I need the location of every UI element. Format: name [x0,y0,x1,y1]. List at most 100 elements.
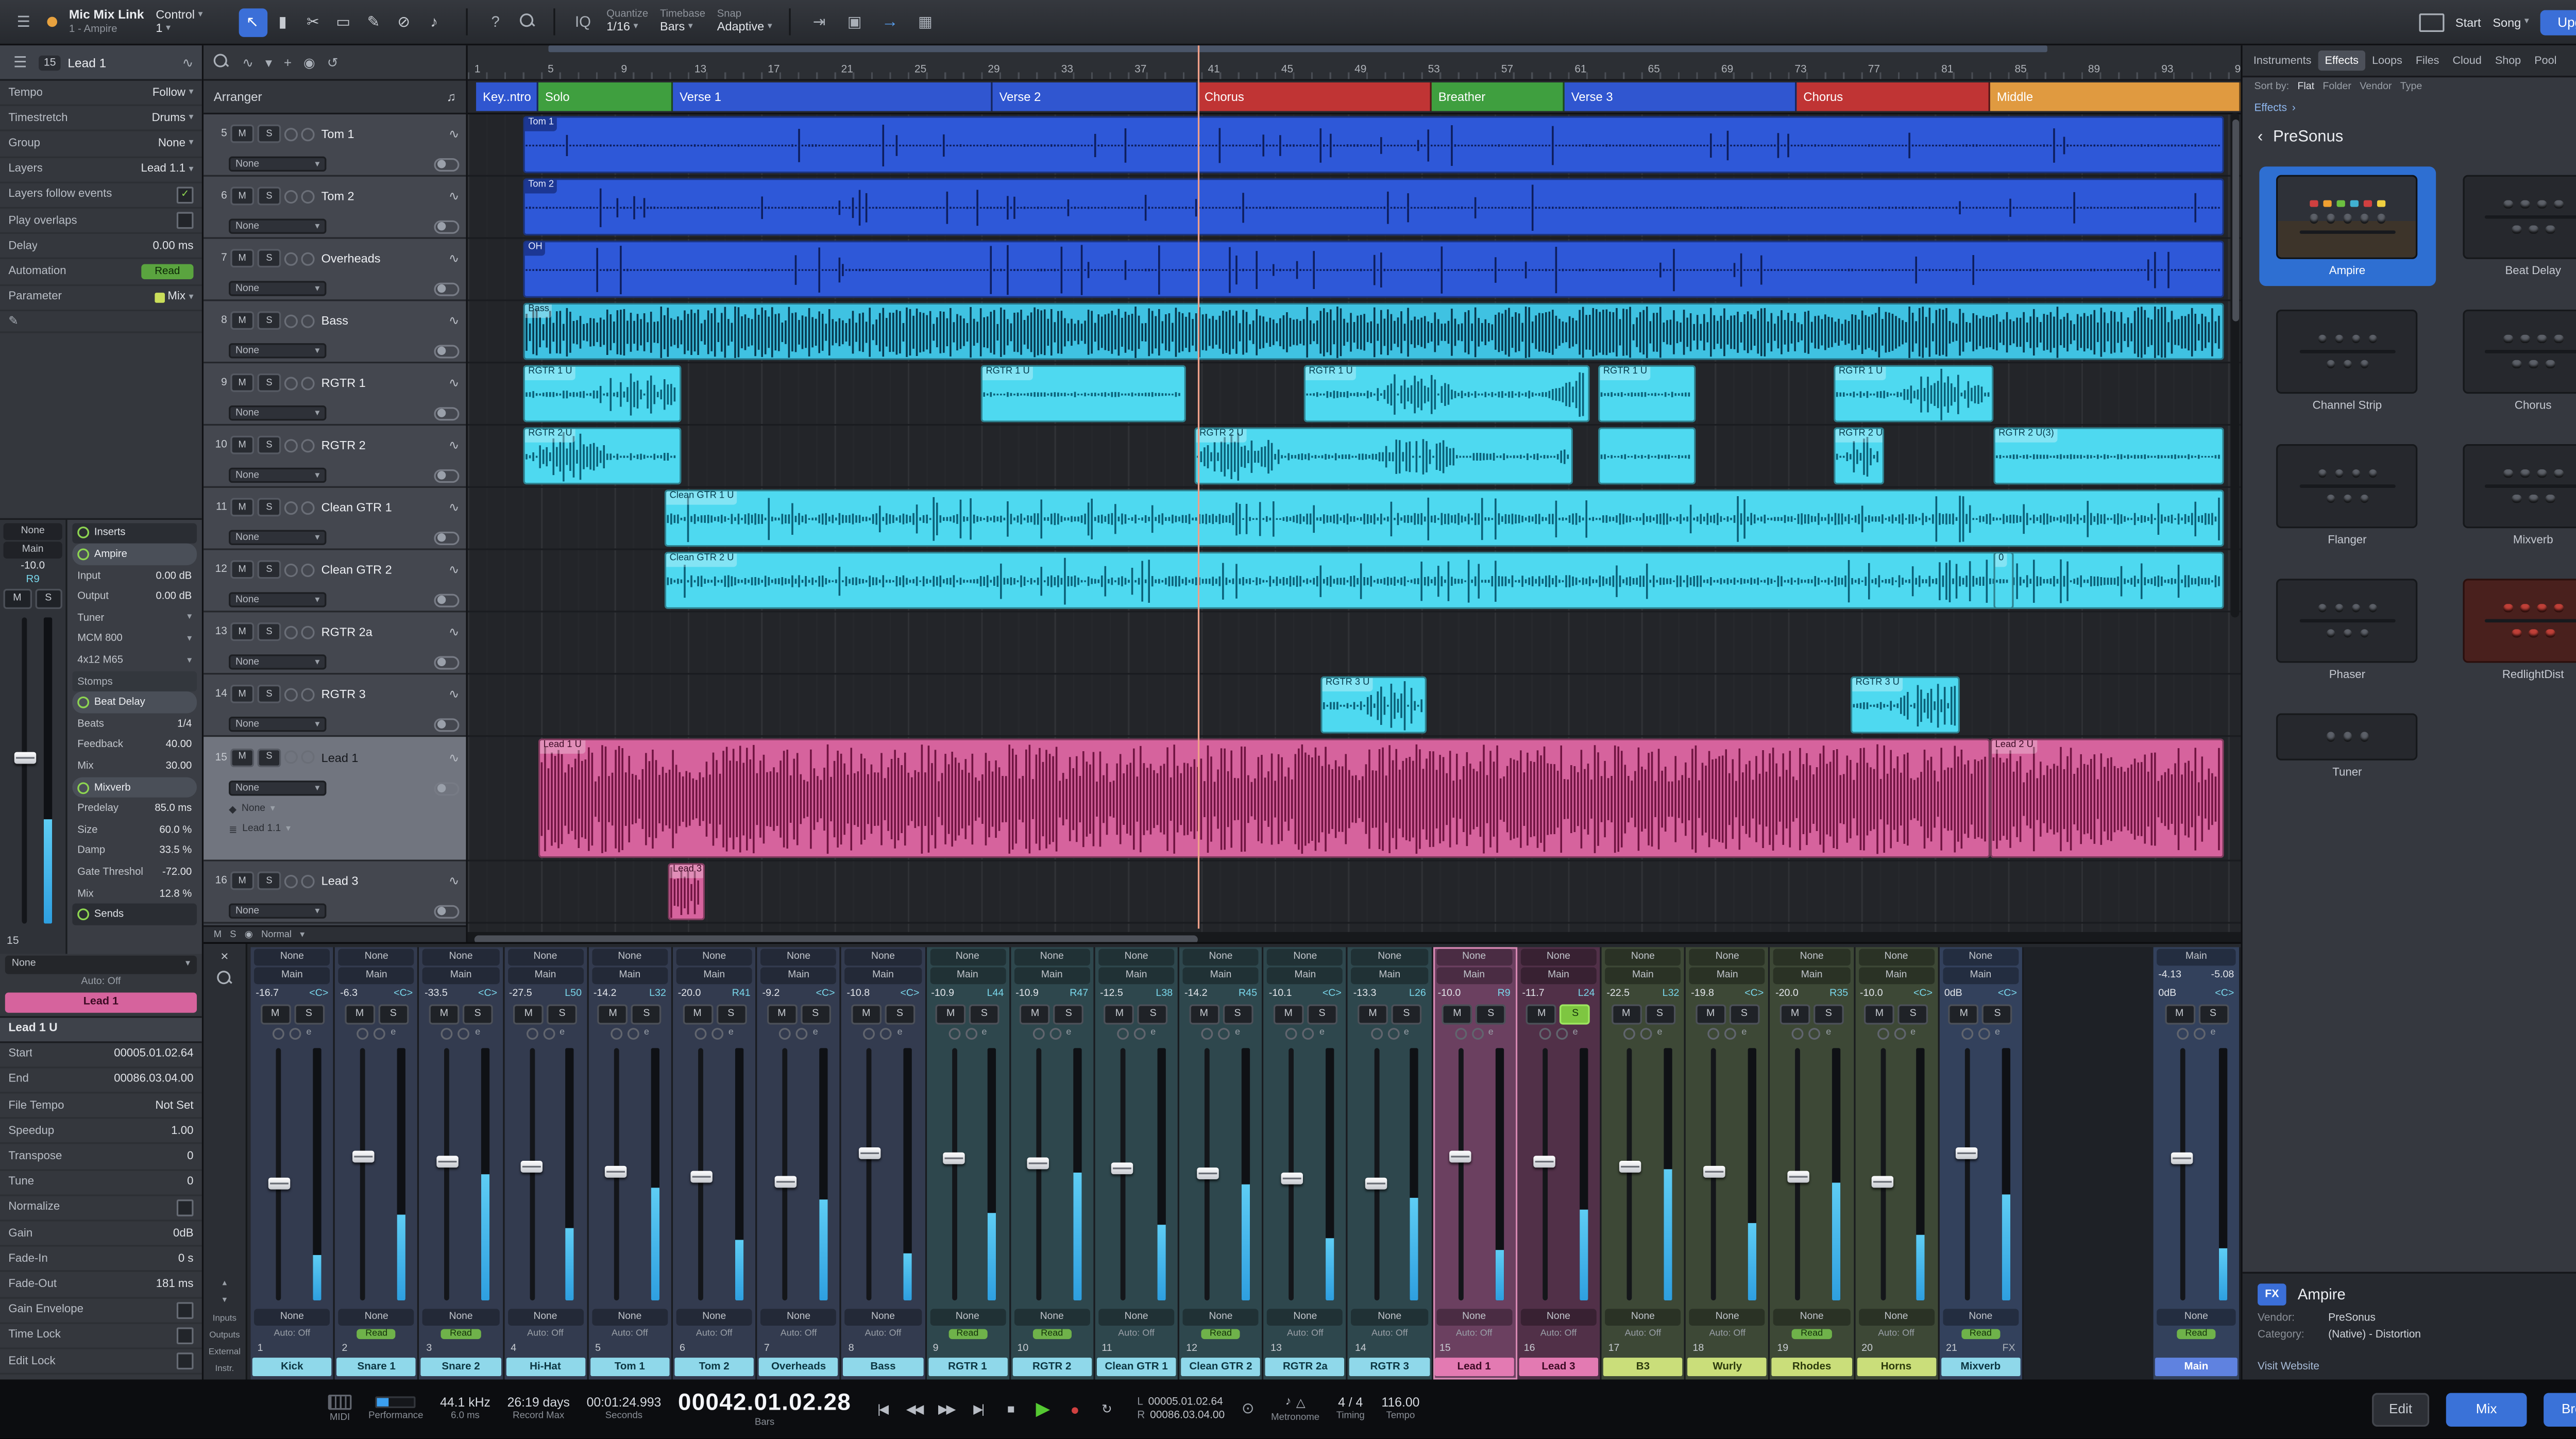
monitor-button[interactable] [301,127,314,141]
send-slot[interactable]: None [1436,1309,1512,1326]
monitor-button[interactable] [301,438,314,452]
insert-slot[interactable]: None [1098,949,1175,966]
mixer-bank-inputs[interactable]: Inputs [213,1314,236,1324]
inspector-track-header[interactable]: ☰ 15 Lead 1 ∿ [0,45,202,81]
layer-row[interactable]: ◆None▾ [204,799,466,819]
automation-mode[interactable]: Auto: Off [1095,1326,1178,1341]
snap-selector[interactable]: Snap Adaptive▾ [717,9,772,35]
audio-clip-rgtr-1-u[interactable]: RGTR 1 U [523,365,682,422]
mixer-channel-rhodes[interactable]: NoneMain-20.0R35MSeNoneRead19Rhodes [1770,947,1855,1379]
solo-button[interactable]: S [1814,1004,1844,1024]
automation-mode[interactable]: Read [1939,1326,2022,1341]
autoscroll-icon[interactable]: ⇥ [807,10,831,34]
channel-name[interactable]: Main [2155,1358,2238,1376]
output-slot[interactable]: Main [338,968,415,985]
monitor-button[interactable] [301,501,314,514]
event-row-transpose[interactable]: Transpose0 [0,1145,202,1171]
fader-track[interactable] [614,1048,619,1300]
record-arm-button[interactable] [1539,1027,1551,1039]
mute-button[interactable]: M [230,125,254,143]
fader-track[interactable] [1036,1048,1041,1300]
solo-button[interactable]: S [258,561,281,579]
forward-button[interactable]: ▶▶ [932,1397,961,1422]
solo-button[interactable]: S [294,1004,324,1024]
monitor-toggle[interactable] [434,220,459,233]
track-name[interactable]: RGTR 2 [318,438,445,453]
stop-button[interactable]: ■ [996,1397,1025,1422]
monitor-button[interactable] [301,750,314,764]
pan-value[interactable]: <C> [816,988,835,998]
mute-button[interactable]: M [513,1004,544,1024]
fader-handle[interactable] [1703,1165,1724,1177]
solo-button[interactable]: S [1307,1004,1337,1024]
channel-param-mix[interactable]: Mix12.8 % [72,883,197,904]
record-arm-button[interactable] [779,1027,791,1039]
time-display[interactable]: 00042.01.02.28 Bars [678,1389,851,1430]
input-slot[interactable]: None [4,522,62,539]
event-row-value[interactable]: Not Set [155,1099,193,1111]
checkbox[interactable] [177,212,194,229]
track-list-item-lead-1[interactable]: 15MSLead 1∿None▾◆None▾≣Lead 1.1▾ [204,737,466,861]
timing-block[interactable]: 4 / 4 Timing [1336,1395,1365,1424]
pan-value[interactable]: L26 [1409,988,1426,998]
close-icon[interactable]: × [221,949,228,964]
fader-track[interactable] [276,1048,281,1300]
volume-value[interactable]: -20.0 [678,988,701,998]
solo-button[interactable]: S [35,589,62,609]
automation-mode[interactable]: Read [335,1326,418,1341]
browser-tab-pool[interactable]: Pool [2529,50,2563,71]
pan-value[interactable]: <C> [1323,988,1342,998]
channel-name[interactable]: Lead 3 [1519,1358,1598,1376]
automation-read-badge[interactable]: Read [141,264,193,279]
output-slot[interactable]: Main [1774,968,1850,985]
loop-end-value[interactable]: 00086.03.04.00 [1150,1410,1225,1422]
browser-item-chorus[interactable]: Chorus [2445,301,2576,420]
audio-clip-rgtr-1-u[interactable]: RGTR 1 U [981,365,1186,422]
volume-value[interactable]: -14.2 [1184,988,1208,998]
arranger-section-verse-3[interactable]: Verse 3 [1565,82,1797,111]
track-list-item-overheads[interactable]: 7MSOverheads∿None▾ [204,239,466,301]
output-slot[interactable]: Main [254,968,330,985]
fader-track[interactable] [952,1048,957,1300]
volume-value[interactable]: -11.7 [1522,988,1544,998]
channel-name[interactable]: Overheads [759,1358,838,1376]
performance-indicator[interactable]: Performance [368,1397,423,1422]
record-arm-button[interactable] [284,252,298,265]
monitor-button[interactable] [796,1027,808,1039]
grid-icon[interactable]: ▦ [913,10,937,34]
edit-channel-button[interactable]: e [1910,1028,1916,1038]
mixer-channel-rgtr-1[interactable]: NoneMain-10.9L44MSeNoneRead9RGTR 1 [926,947,1011,1379]
arranger-section-breather[interactable]: Breather [1432,82,1565,111]
volume-value[interactable]: -9.2 [762,988,780,998]
inspector-row-group[interactable]: GroupNone▾ [0,132,202,158]
insert-slot[interactable]: None [760,949,837,966]
fader-track[interactable] [1121,1048,1126,1300]
output-slot[interactable]: Main [929,968,1006,985]
mute-button[interactable]: M [1273,1004,1303,1024]
output-slot[interactable]: Main [1689,968,1766,985]
pan-value[interactable]: R47 [1070,988,1088,998]
edit-channel-button[interactable]: e [1573,1028,1578,1038]
mute-button[interactable]: M [851,1004,882,1024]
mixer-channel-overheads[interactable]: NoneMain-9.2<C>MSeNoneAuto: Off7Overhead… [757,947,842,1379]
arranger-section-chorus[interactable]: Chorus [1797,82,1990,111]
fader-handle[interactable] [1112,1162,1133,1174]
track-list-item-bass[interactable]: 8MSBass∿None▾ [204,301,466,363]
send-slot[interactable]: None [929,1309,1006,1326]
channel-name[interactable]: Hi-Hat [505,1358,585,1376]
fader-handle[interactable] [2171,1153,2193,1164]
track-input-select[interactable]: None▾ [229,157,326,172]
automation-mode[interactable]: Auto: Off [757,1326,840,1341]
mute-all-button[interactable]: M [214,929,222,940]
audio-clip-oh[interactable]: OH [523,241,2224,298]
event-row-fade-out[interactable]: Fade-Out181 ms [0,1273,202,1298]
fader-track[interactable] [529,1048,534,1300]
track-input-select[interactable]: None▾ [229,281,326,296]
send-slot[interactable]: None [423,1309,499,1326]
pan-value[interactable]: L32 [1663,988,1680,998]
record-arm-button[interactable] [284,874,298,888]
volume-value[interactable]: -13.3 [1353,988,1377,998]
fader-handle[interactable] [605,1165,627,1177]
fader-handle[interactable] [352,1150,374,1162]
track-list-item-clean-gtr-1[interactable]: 11MSClean GTR 1∿None▾ [204,488,466,550]
